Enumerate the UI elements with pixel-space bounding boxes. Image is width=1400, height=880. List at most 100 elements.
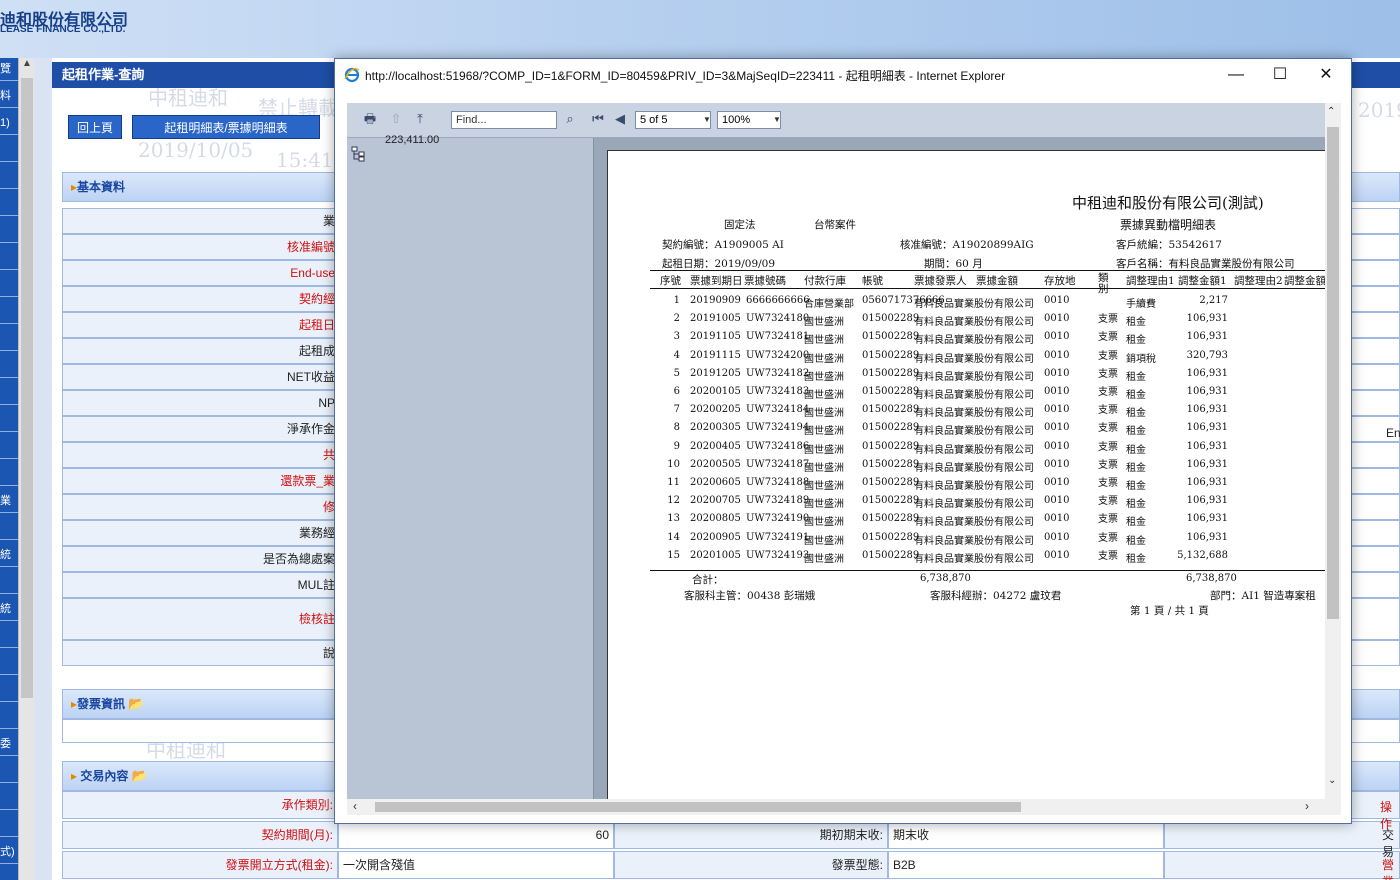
nav-item[interactable]	[0, 706, 18, 729]
table-cell: UW7324181	[746, 331, 810, 343]
page-selector[interactable]: 5 of 5	[635, 111, 711, 129]
nav-item[interactable]: 業	[0, 490, 18, 513]
nav-item[interactable]	[0, 382, 18, 405]
table-cell: 租金	[1126, 408, 1146, 420]
nav-item[interactable]: 料	[0, 85, 18, 108]
form-row-label: End-use	[63, 261, 339, 285]
nav-item[interactable]	[0, 787, 18, 810]
horizontal-scrollbar[interactable]: ‹ ›	[347, 799, 1325, 815]
nav-item[interactable]: 覽	[0, 58, 18, 81]
table-cell: 租金	[1126, 335, 1146, 347]
table-cell: 國世盛洲	[804, 444, 844, 456]
nav-item[interactable]	[0, 625, 18, 648]
report-page: 中租迪和股份有限公司(測試) 固定法 台幣案件 票據異動檔明細表 契約編號：A1…	[607, 150, 1339, 815]
table-cell: 0010	[1044, 367, 1070, 379]
nav-item[interactable]	[0, 652, 18, 675]
zoom-selector[interactable]: 100%	[717, 111, 781, 129]
scroll-right-icon[interactable]: ›	[1305, 799, 1309, 813]
column-header: 調整理由1	[1126, 275, 1175, 287]
nav-item[interactable]	[0, 166, 18, 189]
document-map-value[interactable]: 223,411.00	[385, 134, 439, 146]
table-cell: 有料良品實業股份有限公司	[914, 390, 1034, 401]
nav-item[interactable]	[0, 409, 18, 432]
table-cell: 0010	[1044, 440, 1070, 452]
table-cell: 015002289	[862, 422, 920, 434]
nav-item[interactable]: 式)	[0, 841, 18, 864]
tree-view-icon[interactable]	[351, 146, 367, 162]
table-cell: 支票	[1098, 514, 1118, 526]
vertical-scrollbar[interactable]: ⌃ ⌄	[1325, 103, 1341, 815]
nav-item[interactable]	[0, 139, 18, 162]
nav-item[interactable]	[0, 517, 18, 540]
right-edge-label-tx: 交易	[1382, 828, 1395, 859]
table-cell: UW7324191	[746, 531, 810, 543]
table-cell: UW7324180	[746, 313, 810, 325]
nav-item[interactable]	[0, 436, 18, 459]
table-cell: 國世盛洲	[804, 408, 844, 420]
nav-item[interactable]	[0, 679, 18, 702]
nav-item[interactable]	[0, 247, 18, 270]
period: 期間：60 月	[924, 256, 983, 271]
chevron-down-icon[interactable]: ▼	[703, 115, 711, 124]
back-button[interactable]: 回上頁	[68, 115, 122, 139]
table-cell: 106,931	[1186, 313, 1228, 325]
scroll-thumb[interactable]	[375, 802, 1021, 812]
form-row-label: 是否為總處案	[63, 547, 339, 571]
nav-item[interactable]	[0, 355, 18, 378]
report-toolbar: 🖶 ⇧ ⤒ Find... ⌕ ⏮ ◀ 5 of 5 ▼ 100% ▼	[347, 103, 1341, 138]
report-popup-window[interactable]: http://localhost:51968/?COMP_ID=1&FORM_I…	[334, 58, 1352, 824]
nav-item[interactable]	[0, 301, 18, 324]
nav-item[interactable]	[0, 274, 18, 297]
form-row-label: NP	[63, 391, 339, 415]
find-input[interactable]: Find...	[451, 111, 557, 129]
scroll-thumb[interactable]	[21, 78, 33, 698]
table-cell: 支票	[1098, 405, 1118, 417]
nav-item[interactable]: 委	[0, 733, 18, 756]
scroll-left-icon[interactable]: ‹	[353, 799, 357, 813]
start-date-value: 2019/09/09	[714, 258, 776, 270]
folder-icon[interactable]: 📂	[128, 696, 144, 711]
nav-item[interactable]: 統	[0, 598, 18, 621]
table-cell: UW7324183	[746, 386, 810, 397]
nav-item[interactable]	[0, 571, 18, 594]
nav-item[interactable]	[0, 220, 18, 243]
nav-item[interactable]	[0, 328, 18, 351]
watermark-text: 中租迪和	[148, 86, 228, 110]
table-cell: 015002289	[862, 513, 920, 525]
chevron-down-icon[interactable]: ▼	[773, 115, 781, 124]
table-cell: UW7324200	[746, 349, 810, 361]
table-cell: 20200405	[690, 440, 741, 452]
frame-splitter[interactable]	[34, 58, 52, 880]
nav-item[interactable]	[0, 193, 18, 216]
nav-item[interactable]: 1)	[0, 112, 18, 135]
nav-item[interactable]	[0, 463, 18, 486]
scroll-up-icon[interactable]: ⌃	[1327, 106, 1335, 117]
table-cell: 9	[673, 440, 680, 452]
left-scrollbar[interactable]: ▲	[18, 58, 35, 880]
table-cell: 320,793	[1186, 349, 1228, 361]
scroll-thumb[interactable]	[1327, 127, 1339, 619]
nav-item[interactable]	[0, 760, 18, 783]
table-cell: UW7324186	[746, 440, 810, 452]
table-cell: 20190909	[690, 295, 741, 306]
nav-item[interactable]	[0, 814, 18, 837]
scroll-up-icon[interactable]: ▲	[19, 58, 35, 76]
popup-titlebar[interactable]: http://localhost:51968/?COMP_ID=1&FORM_I…	[335, 59, 1351, 91]
minimize-button[interactable]: —	[1213, 61, 1259, 89]
maximize-button[interactable]: ☐	[1257, 61, 1303, 89]
print-icon[interactable]: 🖶	[361, 111, 379, 127]
internet-explorer-icon	[344, 67, 360, 83]
parent-report-icon[interactable]: ⇧	[387, 111, 405, 127]
export-icon[interactable]: ⤒	[411, 111, 429, 127]
footer-supervisor: 客服科主管：00438 彭瑞娥	[684, 590, 816, 602]
folder-icon[interactable]: 📂	[132, 768, 148, 783]
previous-page-icon[interactable]: ◀	[611, 111, 629, 127]
close-button[interactable]: ✕	[1303, 61, 1349, 89]
detail-report-button[interactable]: 起租明細表/票據明細表	[132, 115, 320, 139]
table-cell: 015002289	[862, 495, 920, 507]
nav-item[interactable]: 統	[0, 544, 18, 567]
scroll-down-icon[interactable]: ⌄	[1328, 775, 1336, 786]
first-page-icon[interactable]: ⏮	[589, 111, 607, 127]
table-cell: 有料良品實業股份有限公司	[914, 462, 1034, 474]
binoculars-icon[interactable]: ⌕	[561, 111, 579, 127]
